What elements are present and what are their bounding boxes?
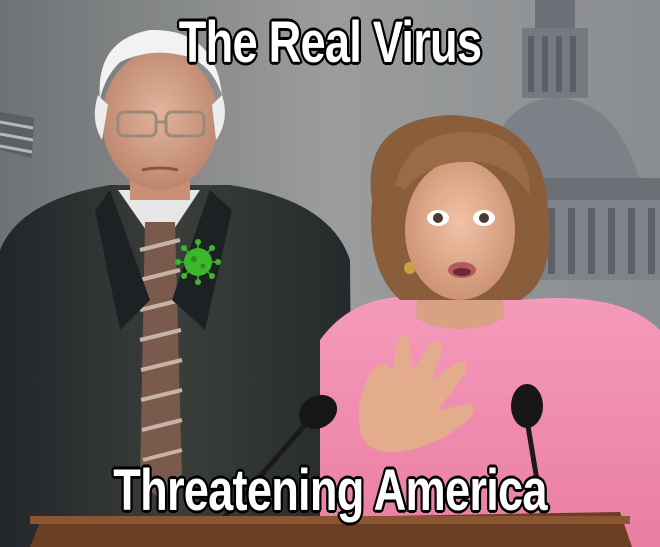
- top-caption: The Real Virus: [178, 9, 484, 77]
- virus-icon: [175, 239, 221, 285]
- meme-image: The Real Virus Threatening America: [0, 0, 660, 547]
- bottom-caption: Threatening America: [112, 457, 549, 525]
- right-face: [405, 160, 515, 300]
- flag-icon: [0, 112, 34, 158]
